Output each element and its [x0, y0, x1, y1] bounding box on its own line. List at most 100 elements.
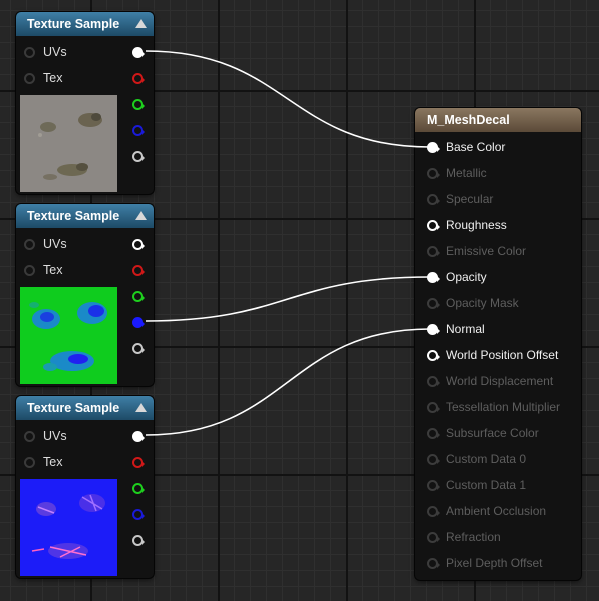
wire-basecolor[interactable] — [145, 50, 431, 148]
material-input-tessellation-multiplier[interactable]: Tessellation Multiplier — [427, 399, 560, 415]
material-input-base-color[interactable]: Base Color — [427, 139, 505, 155]
input-pin-icon[interactable] — [427, 193, 440, 205]
material-input-pixel-depth-offset[interactable]: Pixel Depth Offset — [427, 555, 543, 571]
wire-opacity[interactable] — [145, 276, 431, 322]
material-input-custom-data-1[interactable]: Custom Data 1 — [427, 477, 526, 493]
material-input-custom-data-0[interactable]: Custom Data 0 — [427, 451, 526, 467]
collapse-arrow-icon[interactable] — [135, 211, 147, 220]
material-graph-canvas[interactable]: Texture Sample UVs Tex Texture Sample UV… — [0, 0, 599, 601]
green-pin-icon[interactable] — [132, 98, 145, 110]
output-pin-a[interactable] — [132, 340, 145, 356]
green-pin-icon[interactable] — [132, 482, 145, 494]
pin-icon[interactable] — [24, 456, 35, 468]
input-pin-icon[interactable] — [427, 531, 440, 543]
blue-pin-icon[interactable] — [132, 316, 145, 328]
blue-pin-icon[interactable] — [132, 124, 145, 136]
node-header[interactable]: M_MeshDecal — [415, 108, 581, 132]
rgb-pin-icon[interactable] — [132, 238, 145, 250]
rgb-pin-icon[interactable] — [132, 430, 145, 442]
red-pin-icon[interactable] — [132, 72, 145, 84]
output-pin-rgb[interactable] — [132, 236, 145, 252]
material-input-world-position-offset[interactable]: World Position Offset — [427, 347, 558, 363]
material-input-roughness[interactable]: Roughness — [427, 217, 507, 233]
alpha-pin-icon[interactable] — [132, 534, 145, 546]
red-pin-icon[interactable] — [132, 264, 145, 276]
input-pin-icon[interactable] — [427, 245, 440, 257]
material-input-subsurface-color[interactable]: Subsurface Color — [427, 425, 539, 441]
node-title: Texture Sample — [27, 209, 120, 223]
alpha-pin-icon[interactable] — [132, 342, 145, 354]
input-pin-icon[interactable] — [427, 427, 440, 439]
pin-icon[interactable] — [24, 264, 35, 276]
pin-label: Tex — [43, 455, 63, 469]
node-header[interactable]: Texture Sample — [16, 12, 154, 36]
input-pin-icon[interactable] — [427, 167, 440, 179]
input-pin-uvs[interactable]: UVs — [24, 236, 67, 252]
input-pin-icon[interactable] — [427, 479, 440, 491]
output-pin-b[interactable] — [132, 122, 145, 138]
node-header[interactable]: Texture Sample — [16, 396, 154, 420]
texture-sample-node[interactable]: Texture Sample UVs Tex — [16, 396, 154, 578]
input-pin-icon[interactable] — [427, 505, 440, 517]
material-input-normal[interactable]: Normal — [427, 321, 485, 337]
input-pin-icon[interactable] — [427, 297, 440, 309]
material-input-label: Custom Data 0 — [446, 452, 527, 466]
output-pin-a[interactable] — [132, 148, 145, 164]
material-input-world-displacement[interactable]: World Displacement — [427, 373, 553, 389]
material-input-ambient-occlusion[interactable]: Ambient Occlusion — [427, 503, 546, 519]
input-pin-uvs[interactable]: UVs — [24, 44, 67, 60]
input-pin-tex[interactable]: Tex — [24, 70, 62, 86]
collapse-arrow-icon[interactable] — [135, 19, 147, 28]
output-pin-rgb[interactable] — [132, 428, 145, 444]
output-pin-rgb[interactable] — [132, 44, 145, 60]
pin-label: UVs — [43, 45, 67, 59]
green-pin-icon[interactable] — [132, 290, 145, 302]
collapse-arrow-icon[interactable] — [135, 403, 147, 412]
pin-icon[interactable] — [24, 46, 35, 58]
input-pin-icon[interactable] — [427, 323, 440, 335]
red-pin-icon[interactable] — [132, 456, 145, 468]
material-input-opacity[interactable]: Opacity — [427, 269, 487, 285]
material-input-metallic[interactable]: Metallic — [427, 165, 487, 181]
material-input-specular[interactable]: Specular — [427, 191, 493, 207]
input-pin-icon[interactable] — [427, 401, 440, 413]
output-pin-g[interactable] — [132, 480, 145, 496]
material-input-label: Ambient Occlusion — [446, 504, 547, 518]
pin-icon[interactable] — [24, 238, 35, 250]
wire-normal[interactable] — [145, 328, 431, 436]
material-input-label: Opacity — [446, 270, 487, 284]
input-pin-icon[interactable] — [427, 219, 440, 231]
alpha-pin-icon[interactable] — [132, 150, 145, 162]
pin-icon[interactable] — [24, 72, 35, 84]
output-pin-r[interactable] — [132, 262, 145, 278]
rgb-pin-icon[interactable] — [132, 46, 145, 58]
material-result-node[interactable]: M_MeshDecal Base Color Metallic Specular Ro… — [415, 108, 581, 580]
output-pin-a[interactable] — [132, 532, 145, 548]
input-pin-icon[interactable] — [427, 271, 440, 283]
input-pin-icon[interactable] — [427, 453, 440, 465]
input-pin-icon[interactable] — [427, 141, 440, 153]
pin-label: UVs — [43, 237, 67, 251]
material-input-emissive-color[interactable]: Emissive Color — [427, 243, 526, 259]
input-pin-icon[interactable] — [427, 375, 440, 387]
input-pin-icon[interactable] — [427, 349, 440, 361]
material-input-refraction[interactable]: Refraction — [427, 529, 501, 545]
texture-sample-node[interactable]: Texture Sample UVs Tex — [16, 12, 154, 194]
blue-pin-icon[interactable] — [132, 508, 145, 520]
output-pin-g[interactable] — [132, 96, 145, 112]
output-pin-b[interactable] — [132, 314, 145, 330]
input-pin-tex[interactable]: Tex — [24, 262, 62, 278]
pin-icon[interactable] — [24, 430, 35, 442]
texture-sample-node[interactable]: Texture Sample UVs Tex — [16, 204, 154, 386]
node-header[interactable]: Texture Sample — [16, 204, 154, 228]
material-input-label: Base Color — [446, 140, 506, 154]
output-pin-r[interactable] — [132, 454, 145, 470]
output-pin-b[interactable] — [132, 506, 145, 522]
input-pin-tex[interactable]: Tex — [24, 454, 62, 470]
input-pin-icon[interactable] — [427, 557, 440, 569]
output-pin-r[interactable] — [132, 70, 145, 86]
material-input-label: Emissive Color — [446, 244, 527, 258]
material-input-opacity-mask[interactable]: Opacity Mask — [427, 295, 519, 311]
output-pin-g[interactable] — [132, 288, 145, 304]
input-pin-uvs[interactable]: UVs — [24, 428, 67, 444]
